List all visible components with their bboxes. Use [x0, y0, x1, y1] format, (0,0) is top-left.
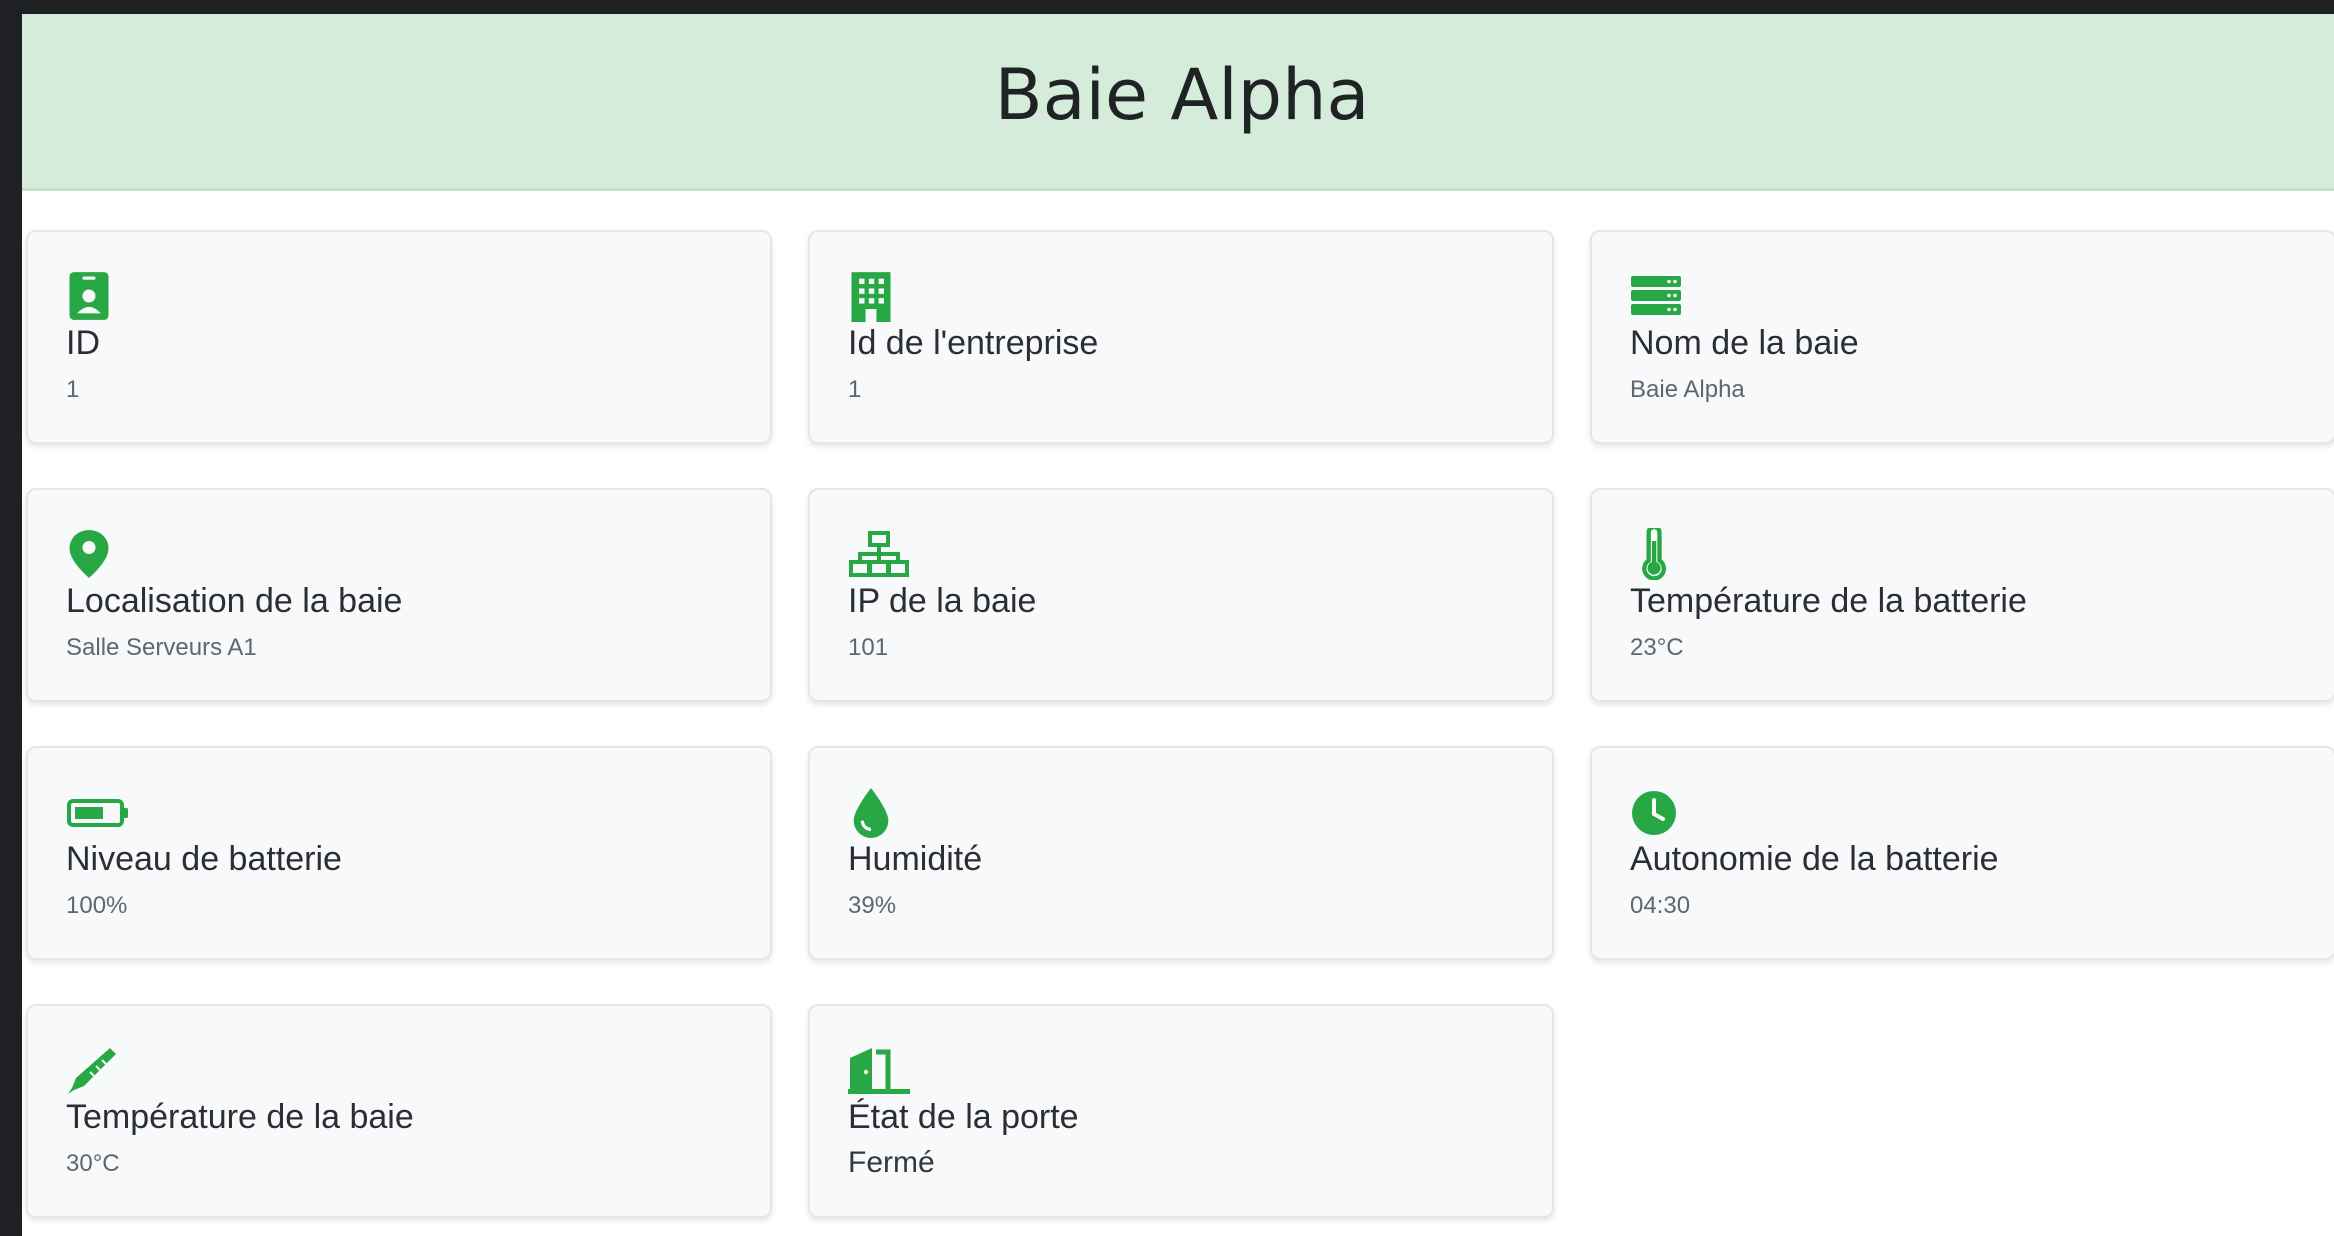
card-company-id: Id de l'entreprise 1 [808, 230, 1554, 444]
card-label: ID [66, 324, 100, 362]
card-value: Baie Alpha [1630, 376, 1745, 403]
card-value: 30°C [66, 1150, 120, 1177]
card-value: Salle Serveurs A1 [66, 634, 257, 661]
card-rack-name: Nom de la baie Baie Alpha [1590, 230, 2334, 444]
battery-full-icon [66, 786, 130, 838]
page: Baie Alpha ID 1 Id de l'entreprise 1 Nom… [22, 14, 2334, 1236]
map-pin-icon [66, 528, 112, 580]
card-rack-temperature: Température de la baie 30°C [26, 1004, 772, 1218]
card-value: 101 [848, 634, 889, 661]
card-value: 100% [66, 892, 128, 919]
card-label: Niveau de batterie [66, 840, 342, 878]
server-icon [1630, 270, 1682, 322]
card-label: Localisation de la baie [66, 582, 403, 620]
card-battery-autonomy: Autonomie de la batterie 04:30 [1590, 746, 2334, 960]
thermometer-icon [1630, 528, 1676, 580]
page-title: Baie Alpha [994, 54, 1370, 136]
card-door-state: État de la porte Fermé [808, 1004, 1554, 1218]
card-label: Humidité [848, 840, 983, 878]
card-humidity: Humidité 39% [808, 746, 1554, 960]
card-label: État de la porte [848, 1098, 1079, 1136]
card-value: 1 [66, 376, 80, 403]
card-label: Nom de la baie [1630, 324, 1859, 362]
card-value: 1 [848, 376, 862, 403]
network-icon [848, 528, 910, 580]
droplet-icon [848, 786, 894, 838]
thermometer-pen-icon [66, 1044, 118, 1096]
card-value: 04:30 [1630, 892, 1691, 919]
card-id: ID 1 [26, 230, 772, 444]
building-icon [848, 270, 894, 322]
card-value: 23°C [1630, 634, 1684, 661]
id-badge-icon [66, 270, 112, 322]
card-label: Température de la batterie [1630, 582, 2027, 620]
card-location: Localisation de la baie Salle Serveurs A… [26, 488, 772, 702]
door-icon [848, 1044, 910, 1096]
card-battery-level: Niveau de batterie 100% [26, 746, 772, 960]
page-header: Baie Alpha [22, 14, 2334, 191]
card-label: Autonomie de la batterie [1630, 840, 1999, 878]
card-battery-temperature: Température de la batterie 23°C [1590, 488, 2334, 702]
card-label: IP de la baie [848, 582, 1037, 620]
card-label: Température de la baie [66, 1098, 414, 1136]
card-value: Fermé [848, 1146, 935, 1179]
card-ip: IP de la baie 101 [808, 488, 1554, 702]
card-label: Id de l'entreprise [848, 324, 1099, 362]
clock-icon [1630, 786, 1680, 838]
card-value: 39% [848, 892, 897, 919]
